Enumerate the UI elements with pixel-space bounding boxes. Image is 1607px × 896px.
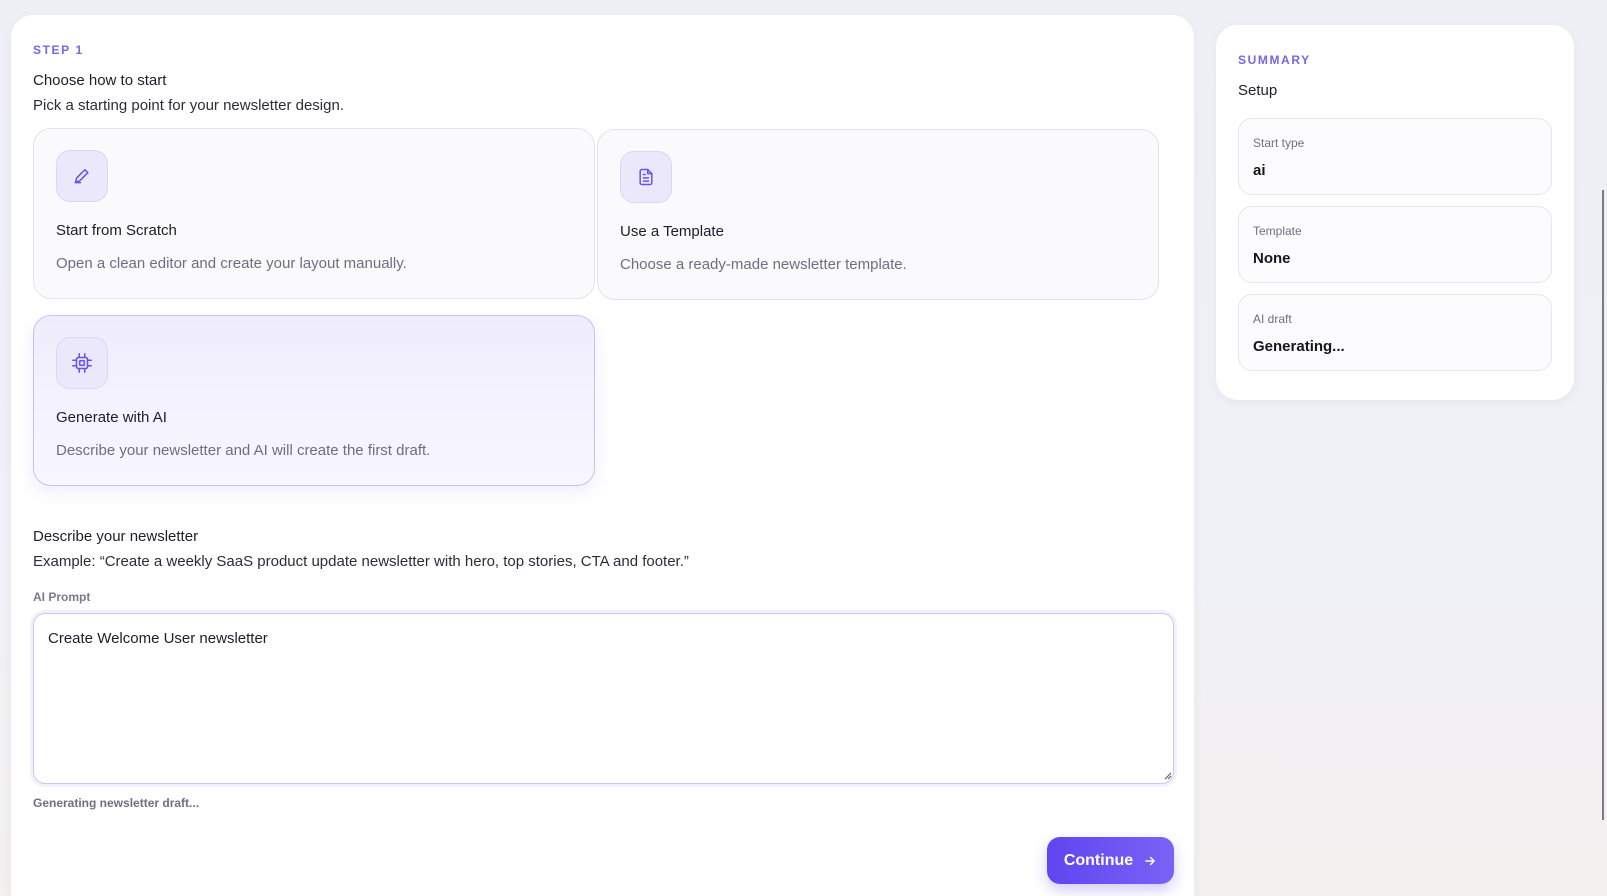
summary-item-key: Template [1253,224,1302,238]
continue-button[interactable]: Continue [1047,837,1174,884]
option-use-template[interactable]: Use a Template Choose a ready-made newsl… [597,129,1159,300]
ai-prompt-textarea[interactable] [33,613,1174,784]
summary-item-template: Template None [1238,206,1552,283]
prompt-label: AI Prompt [33,590,91,604]
chip-icon [56,337,108,389]
option-start-from-scratch[interactable]: Start from Scratch Open a clean editor a… [33,128,595,299]
summary-item-value: Generating... [1253,338,1345,355]
summary-item-ai-draft: AI draft Generating... [1238,294,1552,371]
describe-title: Describe your newsletter [33,528,199,545]
option-description: Open a clean editor and create your layo… [56,255,407,272]
summary-item-start-type: Start type ai [1238,118,1552,195]
step-panel: STEP 1 Choose how to start Pick a starti… [11,15,1194,896]
summary-title: Setup [1238,82,1278,99]
summary-item-value: None [1253,250,1291,267]
option-description: Choose a ready-made newsletter template. [620,256,907,273]
step-label: STEP 1 [33,43,84,57]
summary-item-key: AI draft [1253,312,1292,326]
summary-label: SUMMARY [1238,53,1311,67]
option-title: Start from Scratch [56,222,177,239]
option-title: Use a Template [620,223,724,240]
scrollbar[interactable] [1602,190,1604,820]
option-title: Generate with AI [56,409,167,426]
describe-example: Example: “Create a weekly SaaS product u… [33,553,689,570]
option-generate-with-ai[interactable]: Generate with AI Describe your newslette… [33,315,595,486]
generation-status: Generating newsletter draft... [33,796,200,810]
section-subtitle: Pick a starting point for your newslette… [33,97,344,114]
summary-item-key: Start type [1253,136,1305,150]
summary-panel: SUMMARY Setup Start type ai Template Non… [1216,25,1574,400]
continue-label: Continue [1063,851,1134,869]
resize-handle-icon[interactable] [1164,772,1172,780]
section-title: Choose how to start [33,72,167,89]
document-icon [620,151,672,203]
option-description: Describe your newsletter and AI will cre… [56,442,431,459]
summary-item-value: ai [1253,162,1266,179]
pencil-icon [56,150,108,202]
arrow-right-icon [1145,856,1155,865]
